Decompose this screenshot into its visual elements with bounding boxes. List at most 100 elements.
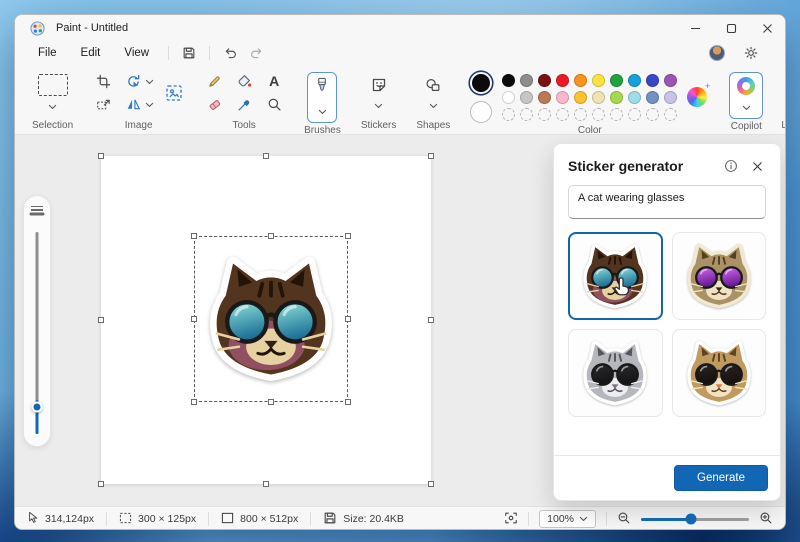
empty-color-slot[interactable] [664,108,677,121]
sticker-thumbnail-3[interactable] [568,329,663,417]
selection-handle[interactable] [345,233,351,239]
sticker-thumbnail-2[interactable] [672,232,767,320]
sticker-thumbnail-1[interactable] [568,232,663,320]
menu-view[interactable]: View [113,44,160,62]
magnifier-icon[interactable] [264,95,284,113]
menu-file[interactable]: File [27,44,68,62]
panel-close-icon[interactable] [748,157,766,175]
canvas-sticker[interactable] [198,240,344,398]
color-swatch[interactable] [592,91,605,104]
empty-color-slot[interactable] [520,108,533,121]
resize-icon[interactable] [93,95,113,113]
canvas-resize-handle[interactable] [263,153,269,159]
crop-icon[interactable] [93,72,113,90]
save-button[interactable] [177,43,201,63]
color-swatch[interactable] [520,74,533,87]
foreground-color-swatch[interactable] [470,72,492,94]
zoom-slider[interactable] [641,513,749,525]
canvas-resize-handle[interactable] [428,153,434,159]
sticker-selection[interactable] [194,236,348,402]
remove-background-icon[interactable] [164,84,184,102]
color-swatch[interactable] [646,74,659,87]
eraser-icon[interactable] [204,95,224,113]
color-swatch[interactable] [556,74,569,87]
color-swatch[interactable] [592,74,605,87]
color-swatch[interactable] [538,74,551,87]
selection-tool-button[interactable] [38,74,68,96]
maximize-button[interactable] [713,15,749,41]
color-swatch[interactable] [610,91,623,104]
drawing-canvas[interactable] [101,156,431,484]
sticker-thumbnail-4[interactable] [672,329,767,417]
color-swatch[interactable] [502,91,515,104]
canvas-resize-handle[interactable] [263,481,269,487]
selection-handle[interactable] [268,233,274,239]
selection-handle[interactable] [191,233,197,239]
color-swatch[interactable] [520,91,533,104]
ribbon-toolbar: Selection Image [15,65,785,135]
selection-handle[interactable] [345,399,351,405]
canvas-resize-handle[interactable] [98,317,104,323]
fill-bucket-icon[interactable] [234,72,254,90]
selection-handle[interactable] [345,316,351,322]
canvas-resize-handle[interactable] [428,317,434,323]
selection-handle[interactable] [268,399,274,405]
color-swatch[interactable] [664,74,677,87]
empty-color-slot[interactable] [574,108,587,121]
size-slider-thumb[interactable] [32,402,43,413]
color-swatch[interactable] [628,91,641,104]
color-swatch[interactable] [628,74,641,87]
background-color-swatch[interactable] [470,101,492,123]
stickers-chevron-icon[interactable] [374,103,383,109]
brushes-button[interactable] [307,72,337,123]
color-swatch[interactable] [574,91,587,104]
zoom-level-dropdown[interactable]: 100% [539,510,596,528]
undo-button[interactable] [218,43,242,63]
rotate-icon[interactable] [123,72,143,90]
selection-handle[interactable] [191,316,197,322]
selection-handle[interactable] [191,399,197,405]
rotate-chevron-icon[interactable] [145,72,154,90]
color-swatch[interactable] [502,74,515,87]
account-avatar[interactable] [709,45,725,61]
copilot-button[interactable] [729,72,763,119]
fit-to-screen-icon[interactable] [504,511,518,528]
color-swatch[interactable] [610,74,623,87]
prompt-input[interactable] [568,185,766,219]
close-button[interactable] [749,15,785,41]
canvas-resize-handle[interactable] [428,481,434,487]
text-tool-icon[interactable]: A [264,72,284,90]
color-swatch[interactable] [556,91,569,104]
color-swatch[interactable] [646,91,659,104]
empty-color-slot[interactable] [610,108,623,121]
zoom-slider-thumb[interactable] [685,514,696,525]
flip-chevron-icon[interactable] [145,95,154,113]
pencil-icon[interactable] [204,72,224,90]
empty-color-slot[interactable] [592,108,605,121]
settings-gear-icon[interactable] [739,43,763,63]
empty-color-slot[interactable] [646,108,659,121]
stickers-icon[interactable] [369,76,389,94]
generate-button[interactable]: Generate [674,465,768,491]
empty-color-slot[interactable] [538,108,551,121]
info-icon[interactable] [722,157,740,175]
empty-color-slot[interactable] [502,108,515,121]
minimize-button[interactable] [677,15,713,41]
shapes-chevron-icon[interactable] [429,103,438,109]
color-swatch[interactable] [664,91,677,104]
empty-color-slot[interactable] [556,108,569,121]
menu-edit[interactable]: Edit [70,44,112,62]
eyedropper-icon[interactable] [234,95,254,113]
color-swatch[interactable] [538,91,551,104]
edit-colors-button[interactable] [687,87,709,109]
flip-icon[interactable] [123,95,143,113]
shapes-icon[interactable] [423,76,443,94]
color-swatch[interactable] [574,74,587,87]
zoom-out-icon[interactable] [617,511,631,528]
canvas-resize-handle[interactable] [98,153,104,159]
redo-button[interactable] [244,43,268,63]
zoom-in-icon[interactable] [759,511,773,528]
canvas-resize-handle[interactable] [98,481,104,487]
empty-color-slot[interactable] [628,108,641,121]
selection-dropdown-chevron-icon[interactable] [48,104,57,110]
